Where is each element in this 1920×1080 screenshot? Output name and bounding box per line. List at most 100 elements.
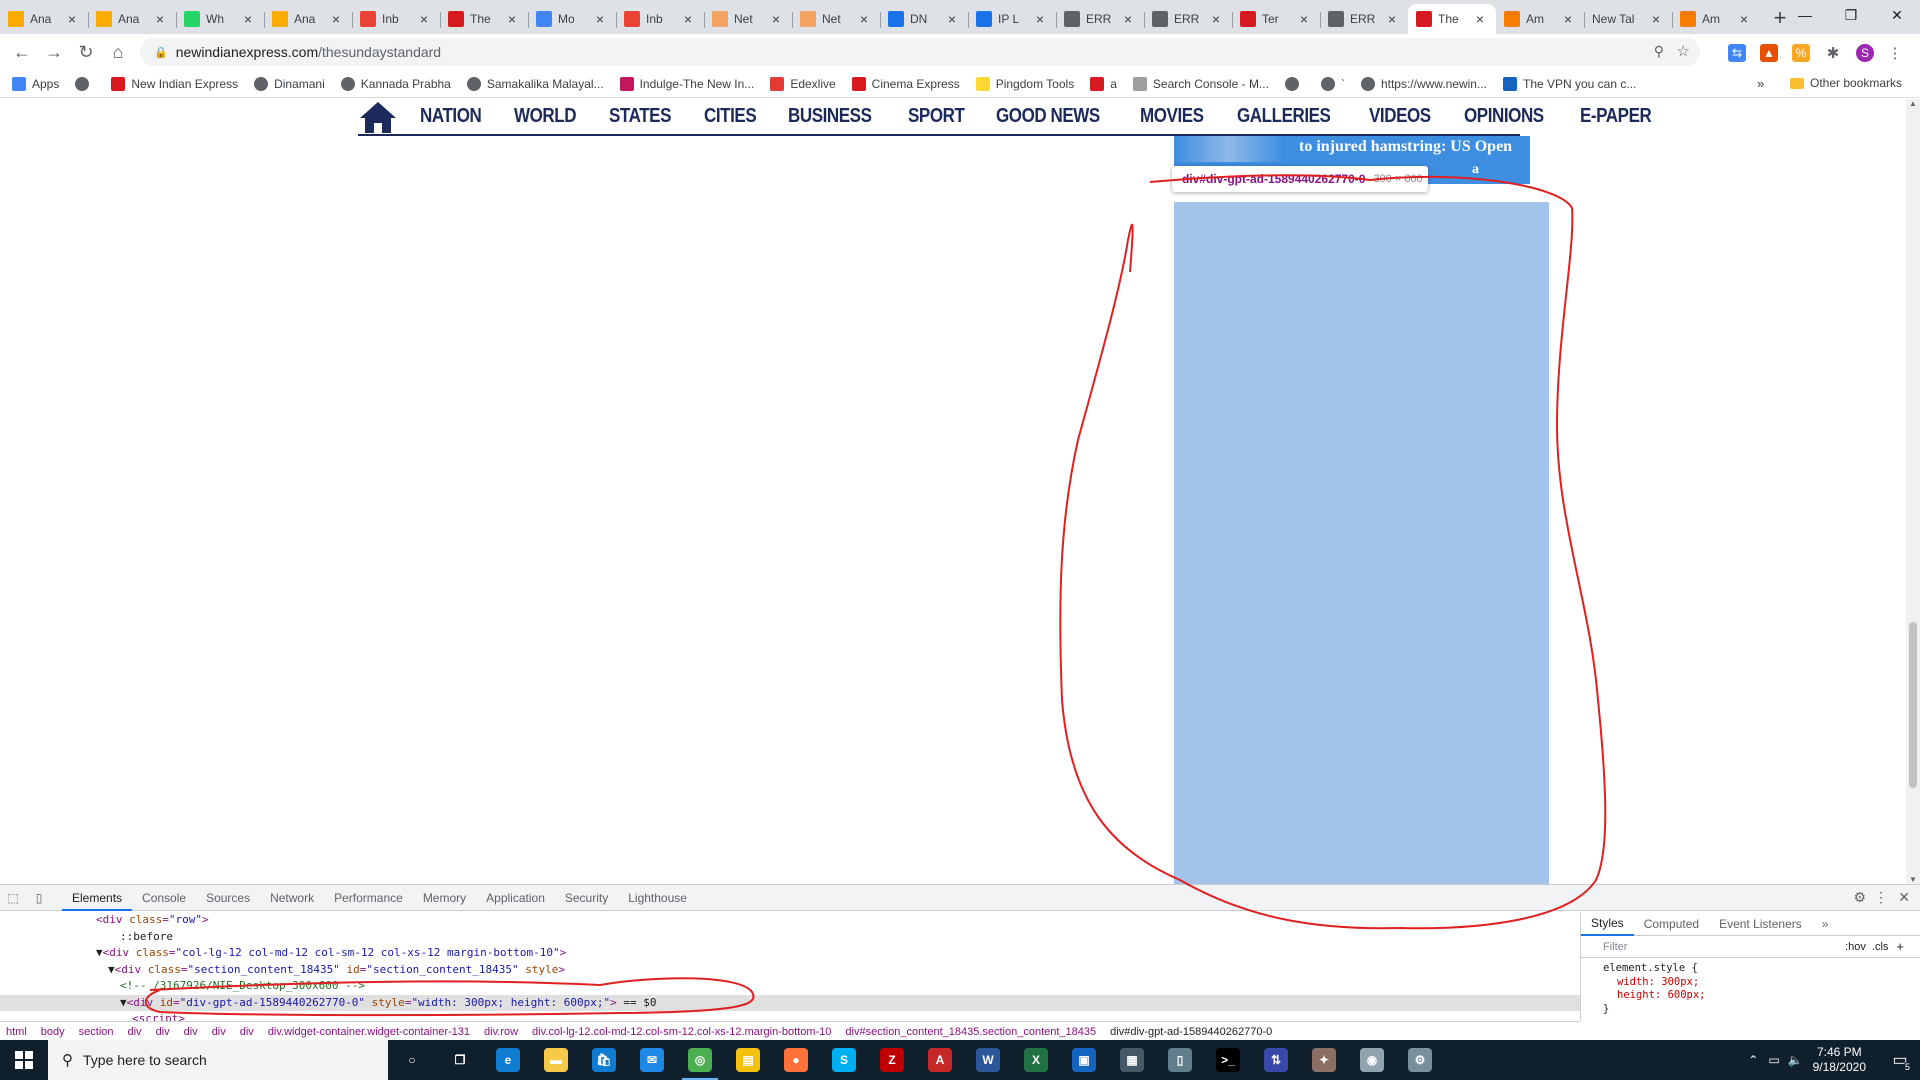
browser-tab[interactable]: Am × [1496, 4, 1584, 34]
bookmark-item[interactable]: Apps [12, 76, 59, 91]
site-nav-item[interactable]: NATION [420, 105, 482, 128]
taskbar-app[interactable]: 🛍 [580, 1040, 628, 1080]
tab-close-icon[interactable]: × [944, 11, 960, 27]
site-nav-item[interactable]: SPORT [908, 105, 965, 128]
network-tray-icon[interactable]: ▭ [1768, 1053, 1779, 1067]
devtools-tab[interactable]: Lighthouse [618, 885, 697, 911]
dom-node[interactable]: ▼<div class="section_content_18435" id="… [0, 962, 1580, 979]
site-nav-item[interactable]: CITIES [704, 105, 757, 128]
breadcrumb-item[interactable]: div [184, 1026, 198, 1038]
dom-node[interactable]: ::before [0, 929, 1580, 946]
new-style-rule-icon[interactable]: + [1896, 939, 1904, 954]
taskbar-app[interactable]: ▦ [1108, 1040, 1156, 1080]
browser-tab[interactable]: The × [1408, 4, 1496, 34]
devtools-menu-icon[interactable]: ⋮ [1874, 889, 1888, 906]
browser-tab[interactable]: ERR × [1056, 4, 1144, 34]
device-toolbar-icon[interactable]: ▯ [26, 891, 52, 905]
browser-tab[interactable]: Am × [1672, 4, 1760, 34]
site-nav-item[interactable]: STATES [609, 105, 671, 128]
taskbar-app[interactable]: ⇅ [1252, 1040, 1300, 1080]
breadcrumb-item[interactable]: div [212, 1026, 226, 1038]
devtools-close-icon[interactable]: ✕ [1898, 889, 1910, 906]
taskbar-app[interactable]: ❐ [436, 1040, 484, 1080]
cls-toggle[interactable]: .cls [1872, 941, 1889, 953]
dom-node[interactable]: ▼<div class="col-lg-12 col-md-12 col-sm-… [0, 945, 1580, 962]
scroll-down-arrow-icon[interactable]: ▼ [1909, 875, 1917, 884]
bookmark-item[interactable]: Cinema Express [851, 76, 960, 91]
bookmark-item[interactable]: The VPN you can c... [1502, 76, 1636, 91]
site-nav-item[interactable]: WORLD [514, 105, 577, 128]
devtools-tab[interactable]: Memory [413, 885, 476, 911]
browser-tab[interactable]: Ana × [0, 4, 88, 34]
browser-tab[interactable]: Ana × [264, 4, 352, 34]
taskbar-app[interactable]: ● [772, 1040, 820, 1080]
page-scrollbar[interactable]: ▲ ▼ [1906, 99, 1920, 884]
bookmark-item[interactable]: Indulge-The New In... [619, 76, 754, 91]
tab-close-icon[interactable]: × [1472, 11, 1488, 27]
offers-extension-icon[interactable]: % [1792, 44, 1810, 62]
devtools-tab[interactable]: Sources [196, 885, 260, 911]
dom-node[interactable]: <script> [0, 1011, 1580, 1021]
tab-close-icon[interactable]: × [1736, 11, 1752, 27]
site-nav-item[interactable]: OPINIONS [1464, 105, 1544, 128]
browser-tab[interactable]: ERR × [1144, 4, 1232, 34]
taskbar-app[interactable]: ◎ [676, 1040, 724, 1080]
tab-close-icon[interactable]: × [1032, 11, 1048, 27]
tab-close-icon[interactable]: × [416, 11, 432, 27]
bookmark-item[interactable] [1284, 76, 1305, 91]
styles-subtab[interactable]: Event Listeners [1709, 917, 1812, 931]
vpn-extension-icon[interactable]: ▲ [1760, 44, 1778, 62]
bookmarks-overflow-icon[interactable]: » [1757, 76, 1764, 91]
bookmark-item[interactable]: Pingdom Tools [975, 76, 1074, 91]
taskbar-app[interactable]: ○ [388, 1040, 436, 1080]
scroll-thumb[interactable] [1909, 622, 1917, 788]
profile-avatar[interactable]: S [1856, 44, 1874, 62]
bookmark-item[interactable]: ` [1320, 76, 1345, 91]
minimize-button[interactable]: — [1782, 0, 1828, 30]
back-icon[interactable]: ← [8, 38, 36, 66]
tab-close-icon[interactable]: × [152, 11, 168, 27]
notifications-icon[interactable]: ▭ 5 [1880, 1040, 1920, 1080]
taskbar-app[interactable]: A [916, 1040, 964, 1080]
bookmark-item[interactable]: Edexlive [770, 76, 836, 91]
breadcrumb-item[interactable]: div [240, 1026, 254, 1038]
browser-tab[interactable]: Net × [704, 4, 792, 34]
styles-subtab[interactable]: Styles [1581, 912, 1634, 936]
css-property[interactable]: width: 300px; [1603, 976, 1898, 990]
tab-close-icon[interactable]: × [1120, 11, 1136, 27]
reload-icon[interactable]: ↻ [72, 38, 100, 66]
breadcrumb-item[interactable]: html [6, 1026, 27, 1038]
devtools-tab[interactable]: Elements [62, 885, 133, 911]
tab-close-icon[interactable]: × [1560, 11, 1576, 27]
breadcrumb-item[interactable]: div.row [484, 1026, 518, 1038]
breadcrumb-item[interactable]: div#section_content_18435.section_conten… [845, 1026, 1096, 1038]
taskbar-app[interactable]: ▬ [532, 1040, 580, 1080]
bookmark-item[interactable]: a [1090, 76, 1117, 91]
bookmark-item[interactable]: New Indian Express [111, 76, 238, 91]
devtools-tab[interactable]: Performance [324, 885, 413, 911]
breadcrumb-item[interactable]: div [128, 1026, 142, 1038]
tab-close-icon[interactable]: × [328, 11, 344, 27]
browser-tab[interactable]: Inb × [616, 4, 704, 34]
tab-close-icon[interactable]: × [1384, 11, 1400, 27]
home-icon[interactable]: ⌂ [104, 38, 132, 66]
tab-close-icon[interactable]: × [768, 11, 784, 27]
bookmark-item[interactable]: Samakalika Malayal... [466, 76, 604, 91]
breadcrumb-item[interactable]: div.widget-container.widget-container-13… [268, 1026, 470, 1038]
devtools-tab[interactable]: Network [260, 885, 324, 911]
hov-toggle[interactable]: :hov [1845, 941, 1866, 953]
browser-tab[interactable]: ERR × [1320, 4, 1408, 34]
taskbar-app[interactable]: X [1012, 1040, 1060, 1080]
tray-overflow-icon[interactable]: ⌃ [1748, 1053, 1758, 1067]
site-nav-item[interactable]: BUSINESS [788, 105, 872, 128]
devtools-tab[interactable]: Console [132, 885, 196, 911]
taskbar-app[interactable]: ◉ [1348, 1040, 1396, 1080]
filter-input[interactable]: Filter [1603, 941, 1845, 953]
bookmark-item[interactable]: Kannada Prabha [340, 76, 451, 91]
taskbar-app[interactable]: ⚙ [1396, 1040, 1444, 1080]
taskbar-app[interactable]: ✦ [1300, 1040, 1348, 1080]
site-nav-item[interactable]: GOOD NEWS [996, 105, 1100, 128]
style-rule[interactable]: element.style { width: 300px; height: 600… [1581, 958, 1920, 1020]
tab-close-icon[interactable]: × [504, 11, 520, 27]
browser-tab[interactable]: Wh × [176, 4, 264, 34]
